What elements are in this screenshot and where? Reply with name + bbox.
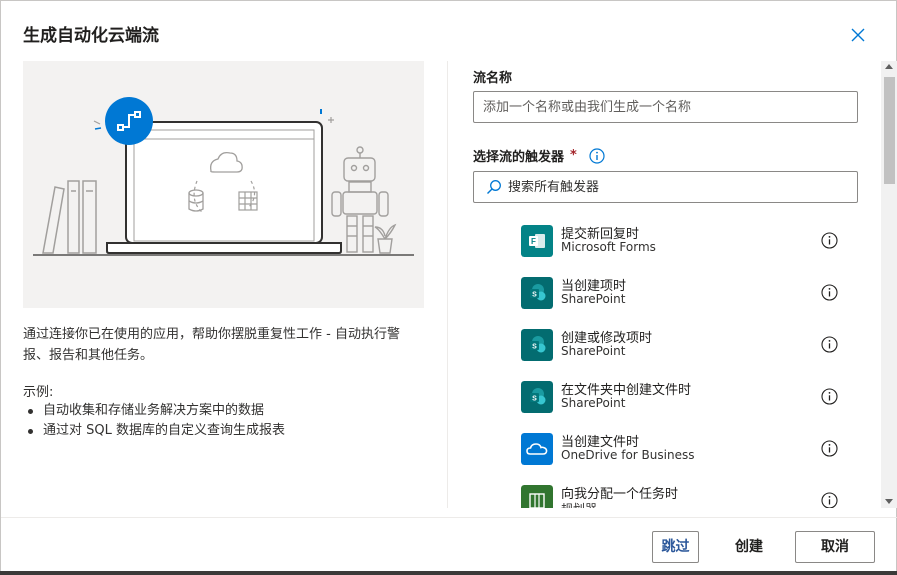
footer-divider — [1, 517, 897, 518]
trigger-label-row: 选择流的触发器 * — [473, 146, 605, 165]
examples-title: 示例: — [23, 385, 54, 400]
sharepoint-icon: S — [521, 277, 553, 309]
sharepoint-icon: S — [521, 381, 553, 413]
info-icon[interactable] — [821, 440, 838, 457]
create-button[interactable]: 创建 — [721, 531, 777, 563]
trigger-connector: SharePoint — [561, 396, 626, 410]
info-icon[interactable] — [589, 147, 605, 164]
svg-text:S: S — [532, 396, 537, 403]
info-icon[interactable] — [821, 232, 838, 249]
pane-divider — [447, 61, 448, 508]
planner-icon — [521, 485, 553, 508]
dialog-title: 生成自动化云端流 — [23, 26, 159, 46]
trigger-connector: OneDrive for Business — [561, 448, 695, 462]
trigger-item[interactable]: F 提交新回复时 Microsoft Forms — [521, 219, 841, 263]
flow-name-label: 流名称 — [473, 71, 513, 86]
vertical-scrollbar[interactable] — [881, 61, 897, 508]
trigger-connector: Microsoft Forms — [561, 240, 656, 254]
trigger-connector: SharePoint — [561, 344, 626, 358]
laptop-illustration — [33, 97, 414, 256]
hero-illustration — [23, 61, 424, 308]
svg-text:S: S — [532, 292, 537, 299]
info-icon[interactable] — [821, 284, 838, 301]
examples-list: 自动收集和存储业务解决方案中的数据 通过对 SQL 数据库的自定义查询生成报表 — [23, 401, 285, 441]
trigger-search-input[interactable] — [508, 179, 838, 195]
info-icon[interactable] — [821, 388, 838, 405]
trigger-connector: 规划器 — [561, 500, 597, 508]
cancel-button[interactable]: 取消 — [795, 531, 875, 563]
onedrive-icon — [521, 433, 553, 465]
search-icon — [487, 180, 501, 194]
left-pane: 通过连接你已在使用的应用，帮助你摆脱重复性工作 - 自动执行警报、报告和其他任务… — [23, 61, 425, 438]
background-strip — [0, 571, 897, 575]
forms-icon: F — [521, 225, 553, 257]
right-pane: 流名称 选择流的触发器 * — [473, 61, 883, 508]
skip-button[interactable]: 跳过 — [652, 531, 699, 563]
trigger-item[interactable]: S 当创建项时 SharePoint — [521, 271, 841, 315]
example-item: 自动收集和存储业务解决方案中的数据 — [23, 401, 285, 421]
flow-name-input[interactable] — [473, 91, 858, 123]
scroll-down-arrow-icon[interactable] — [885, 499, 893, 504]
svg-text:S: S — [532, 344, 537, 351]
trigger-item[interactable]: S 创建或修改项时 SharePoint — [521, 323, 841, 367]
description-text: 通过连接你已在使用的应用，帮助你摆脱重复性工作 - 自动执行警报、报告和其他任务… — [23, 327, 400, 363]
info-icon[interactable] — [821, 336, 838, 353]
svg-text:F: F — [531, 237, 536, 246]
sharepoint-icon: S — [521, 329, 553, 361]
close-button[interactable] — [847, 24, 869, 46]
info-icon[interactable] — [821, 492, 838, 508]
trigger-item[interactable]: 向我分配一个任务时 规划器 — [521, 479, 841, 508]
trigger-search-box[interactable] — [473, 171, 858, 203]
required-mark: * — [570, 148, 577, 163]
trigger-item[interactable]: S 在文件夹中创建文件时 SharePoint — [521, 375, 841, 419]
create-flow-dialog: 生成自动化云端流 通过连接你已在使用的应用，帮助你摆脱重复性工作 - 自动执行警… — [0, 0, 897, 575]
trigger-label: 选择流的触发器 — [473, 150, 565, 165]
trigger-item[interactable]: 当创建文件时 OneDrive for Business — [521, 427, 841, 471]
example-item: 通过对 SQL 数据库的自定义查询生成报表 — [23, 421, 285, 441]
scroll-up-arrow-icon[interactable] — [885, 64, 893, 69]
trigger-connector: SharePoint — [561, 292, 626, 306]
close-icon — [851, 28, 865, 42]
scroll-thumb[interactable] — [884, 77, 895, 184]
